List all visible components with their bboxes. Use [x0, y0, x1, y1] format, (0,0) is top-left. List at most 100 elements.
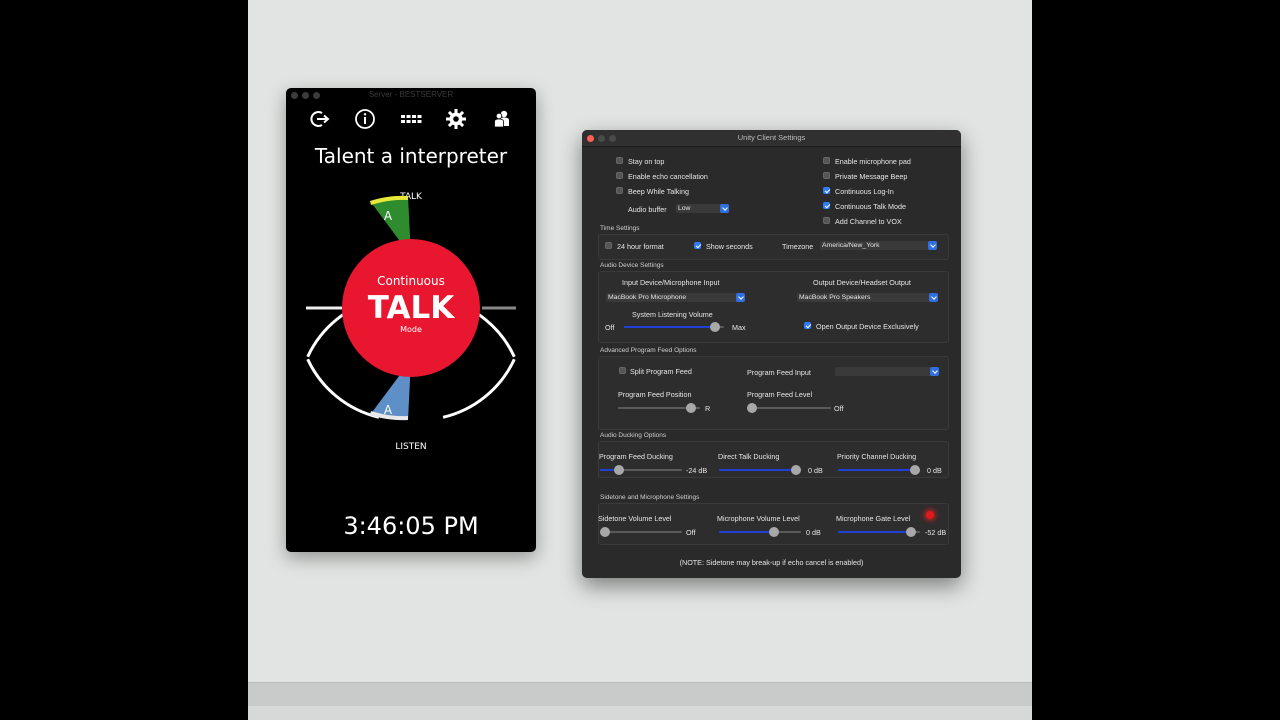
program-ducking-slider[interactable]	[600, 465, 682, 475]
slider-knob[interactable]	[600, 527, 610, 537]
feed-position-end: R	[705, 404, 711, 413]
ducking-title: Audio Ducking Options	[600, 432, 667, 439]
users-icon[interactable]	[491, 108, 513, 130]
pm-beep-checkbox[interactable]	[823, 172, 830, 179]
audio-buffer-value: Low	[678, 205, 691, 212]
stay-on-top-label: Stay on top	[628, 157, 665, 166]
mic-volume-label: Microphone Volume Level	[717, 514, 800, 523]
center-bottom-text: Mode	[400, 325, 422, 334]
chevron-down-icon	[720, 204, 729, 213]
listen-label: LISTEN	[395, 442, 427, 452]
mic-gate-indicator-led	[926, 511, 934, 519]
timezone-label: Timezone	[782, 242, 814, 251]
priority-ducking-value: 0 dB	[927, 466, 942, 475]
channel-dial: A A Continuous TALK Mode	[306, 195, 516, 421]
feed-position-label: Program Feed Position	[618, 390, 692, 399]
slider-knob[interactable]	[709, 322, 720, 332]
slider-knob[interactable]	[791, 465, 801, 475]
add-vox-checkbox[interactable]	[823, 217, 830, 224]
listening-min-label: Off	[605, 323, 615, 332]
echo-cancel-label: Enable echo cancellation	[628, 172, 708, 181]
sidetone-slider[interactable]	[600, 527, 682, 537]
input-device-label: Input Device/Microphone Input	[622, 278, 720, 287]
feed-input-select[interactable]	[835, 367, 939, 376]
beep-talking-checkbox[interactable]	[616, 187, 623, 194]
chevron-down-icon	[930, 367, 939, 376]
priority-ducking-slider[interactable]	[838, 465, 920, 475]
clock: 3:46:05 PM	[343, 512, 479, 540]
timezone-select[interactable]: America/New_York	[820, 241, 937, 250]
show-seconds-checkbox[interactable]	[694, 242, 701, 249]
continuous-login-checkbox[interactable]	[823, 187, 830, 194]
slider-fill	[719, 531, 777, 533]
mic-pad-checkbox[interactable]	[823, 157, 830, 164]
audio-device-title: Audio Device Settings	[600, 262, 664, 269]
program-ducking-value: -24 dB	[686, 466, 708, 475]
audio-buffer-select[interactable]: Low	[676, 204, 729, 213]
bottom-bar-edge	[248, 706, 1032, 720]
mic-gate-slider[interactable]	[838, 527, 920, 537]
feed-input-label: Program Feed Input	[747, 368, 811, 377]
mic-volume-slider[interactable]	[719, 527, 801, 537]
mic-gate-value: -52 dB	[925, 528, 947, 537]
output-device-select[interactable]: MacBook Pro Speakers	[797, 293, 938, 302]
sidetone-label: Sidetone Volume Level	[598, 514, 672, 523]
listening-volume-slider[interactable]	[624, 322, 724, 332]
chevron-down-icon	[736, 293, 745, 302]
audio-buffer-label: Audio buffer	[628, 205, 667, 214]
slider-fill	[838, 531, 916, 533]
feed-level-slider[interactable]	[747, 403, 831, 413]
dial-ring-arc	[442, 358, 516, 419]
output-device-value: MacBook Pro Speakers	[799, 294, 871, 301]
server-toolbar	[286, 108, 536, 130]
exclusive-checkbox[interactable]	[804, 322, 811, 329]
split-feed-checkbox[interactable]	[619, 367, 626, 374]
talent-title: Talent a interpreter	[314, 144, 508, 168]
slider-fill	[618, 407, 696, 409]
feed-position-slider[interactable]	[618, 403, 700, 413]
add-vox-label: Add Channel to VOX	[835, 217, 902, 226]
sidetone-value: Off	[686, 528, 696, 537]
input-device-select[interactable]: MacBook Pro Microphone	[606, 293, 745, 302]
sidetone-group	[598, 503, 949, 545]
direct-ducking-slider[interactable]	[719, 465, 801, 475]
mic-pad-label: Enable microphone pad	[835, 157, 911, 166]
split-feed-label: Split Program Feed	[630, 367, 692, 376]
listening-volume-label: System Listening Volume	[632, 310, 713, 319]
timezone-value: America/New_York	[822, 242, 880, 249]
server-window-title: Server - BESTSERVER	[368, 90, 454, 99]
info-icon[interactable]	[354, 108, 376, 130]
gear-icon[interactable]	[445, 108, 467, 130]
feed-level-end: Off	[834, 404, 844, 413]
program-feed-title: Advanced Program Feed Options	[600, 347, 697, 354]
listening-max-label: Max	[732, 323, 746, 332]
slider-fill	[838, 469, 920, 471]
keypad-icon[interactable]	[400, 108, 422, 130]
input-device-value: MacBook Pro Microphone	[608, 294, 687, 301]
direct-ducking-value: 0 dB	[808, 466, 823, 475]
chevron-down-icon	[929, 293, 938, 302]
bottom-bar	[248, 682, 1032, 707]
beep-talking-label: Beep While Talking	[628, 187, 689, 196]
server-window: Server - BESTSERVER Talent a interpreter…	[286, 88, 536, 552]
mic-gate-label: Microphone Gate Level	[836, 514, 911, 523]
slider-knob[interactable]	[747, 403, 757, 413]
feed-level-label: Program Feed Level	[747, 390, 813, 399]
exclusive-label: Open Output Device Exclusively	[816, 322, 919, 331]
dial-ring-arc	[306, 358, 380, 419]
pm-beep-label: Private Message Beep	[835, 172, 908, 181]
continuous-talk-label: Continuous Talk Mode	[835, 202, 906, 211]
program-ducking-label: Program Feed Ducking	[599, 452, 673, 461]
logout-icon[interactable]	[309, 108, 331, 130]
desktop-background: Server - BESTSERVER Talent a interpreter…	[248, 0, 1032, 720]
echo-cancel-checkbox[interactable]	[616, 172, 623, 179]
slider-knob[interactable]	[910, 465, 920, 475]
settings-window-title: Unity Client Settings	[737, 133, 806, 142]
time-settings-title: Time Settings	[600, 225, 640, 232]
stay-on-top-checkbox[interactable]	[616, 157, 623, 164]
chevron-down-icon	[928, 241, 937, 250]
center-main-text: TALK	[368, 290, 455, 326]
continuous-talk-checkbox[interactable]	[823, 202, 830, 209]
direct-ducking-label: Direct Talk Ducking	[718, 452, 780, 461]
hour24-checkbox[interactable]	[605, 242, 612, 249]
